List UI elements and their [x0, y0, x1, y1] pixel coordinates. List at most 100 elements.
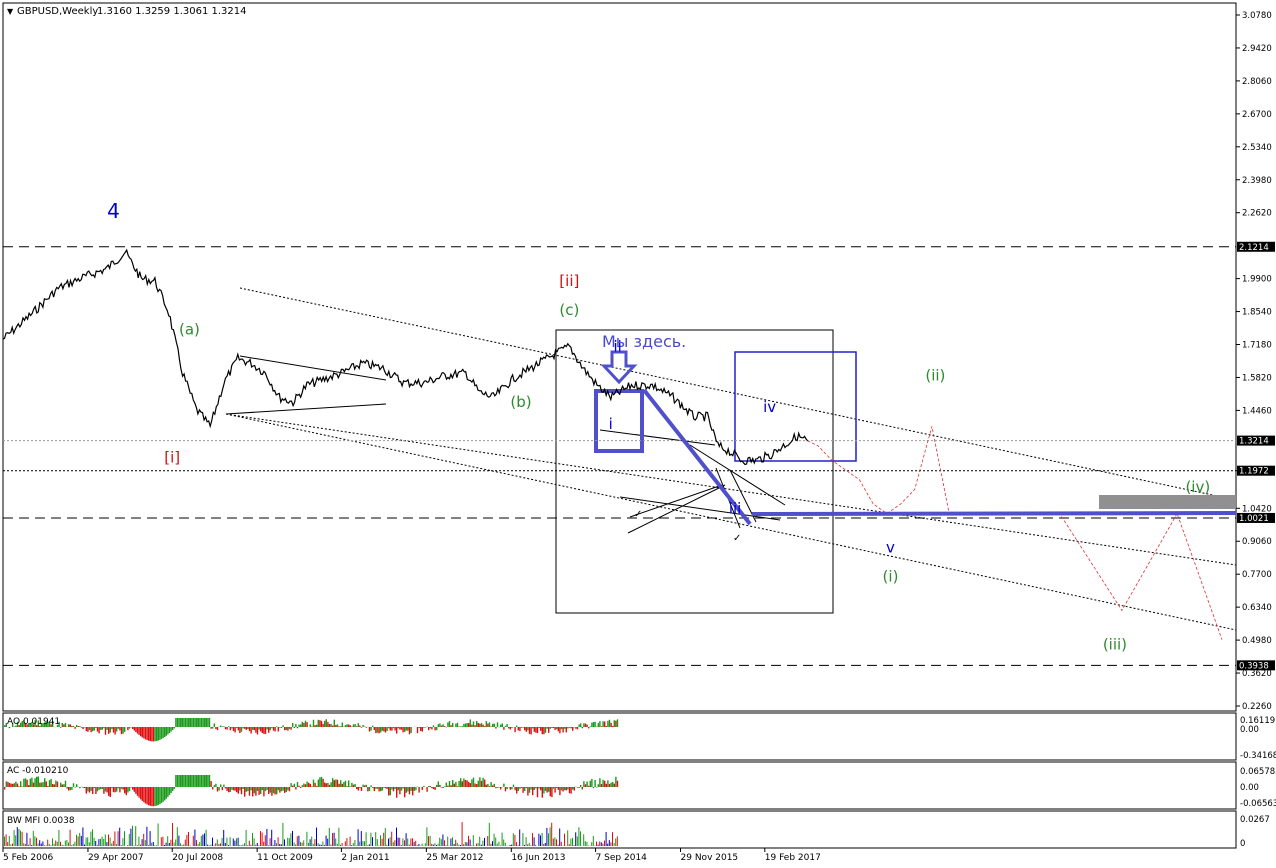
histogram-bar: [263, 727, 265, 734]
price-tick-label: 1.9900: [1242, 275, 1272, 285]
mfi-bar: [68, 842, 69, 846]
mfi-bar: [528, 842, 530, 846]
mfi-bar: [415, 840, 417, 846]
histogram-bar: [356, 787, 358, 790]
price-tick-label: 1.5820: [1242, 373, 1272, 383]
histogram-bar: [24, 778, 27, 787]
mfi-bar: [165, 842, 167, 846]
histogram-bar: [482, 777, 484, 787]
mfi-bar: [117, 831, 119, 846]
chart-canvas: ▼ GBPUSD,Weekly 1.3160 1.3259 1.3061 1.3…: [2, 2, 1276, 863]
histogram-bar: [8, 727, 11, 729]
histogram-bar: [173, 727, 175, 729]
histogram-bar: [180, 775, 182, 787]
histogram-bar: [362, 724, 364, 727]
histogram-bar: [138, 787, 140, 798]
symbol-dropdown-icon[interactable]: ▼: [7, 7, 14, 16]
mfi-bar: [8, 836, 10, 846]
histogram-bar: [354, 724, 356, 727]
mfi-bar: [402, 838, 404, 846]
histogram-bar: [175, 718, 177, 727]
ac-tick-zero: 0.00: [1240, 783, 1259, 793]
histogram-bar: [471, 724, 473, 727]
histogram-bar: [477, 780, 479, 787]
histogram-bar: [34, 778, 36, 787]
histogram-bar: [268, 787, 270, 794]
histogram-bar: [360, 727, 363, 728]
mfi-bar: [384, 828, 386, 846]
histogram-bar: [304, 784, 307, 787]
histogram-bar: [544, 787, 547, 791]
histogram-bar: [357, 723, 359, 727]
mfi-bar: [360, 831, 362, 846]
mfi-bar: [258, 845, 260, 846]
mfi-bar: [223, 829, 225, 846]
histogram-bar: [338, 783, 340, 787]
histogram-bar: [244, 787, 246, 797]
mfi-bar: [164, 844, 165, 846]
mfi-bar: [336, 843, 338, 846]
histogram-bar: [114, 787, 116, 793]
mfi-bar: [472, 835, 474, 846]
mfi-bar: [208, 845, 210, 846]
histogram-bar: [404, 727, 406, 732]
histogram-bar: [460, 778, 462, 787]
histogram-bar: [242, 727, 244, 729]
mfi-bar: [527, 844, 529, 846]
histogram-bar: [77, 726, 79, 727]
histogram-bar: [308, 782, 310, 787]
histogram-bar: [565, 787, 567, 791]
mfi-bar: [364, 841, 365, 846]
histogram-bar: [418, 727, 420, 729]
mfi-bar: [487, 835, 489, 846]
histogram-bar: [143, 787, 145, 803]
histogram-bar: [610, 722, 612, 727]
mfi-bar: [605, 832, 607, 846]
histogram-bar: [175, 775, 177, 787]
histogram-bar: [266, 787, 268, 790]
ohlc-label: 1.3160 1.3259 1.3061 1.3214: [97, 6, 247, 17]
histogram-bar: [364, 785, 366, 787]
mfi-bar: [5, 834, 7, 846]
histogram-bar: [261, 787, 263, 791]
ac-panel: [2, 761, 1237, 810]
histogram-bar: [572, 727, 574, 731]
histogram-bar: [455, 781, 457, 787]
histogram-bar: [381, 787, 383, 791]
histogram-bar: [71, 787, 73, 790]
histogram-bar: [207, 775, 209, 787]
level-label: 2.1214: [1239, 243, 1269, 253]
histogram-bar: [424, 727, 427, 728]
mfi-bar: [602, 843, 604, 846]
histogram-bar: [85, 727, 87, 732]
mfi-bar: [178, 835, 180, 846]
histogram-bar: [344, 725, 347, 727]
mfi-bar: [287, 837, 289, 846]
histogram-bar: [348, 724, 350, 727]
price-tick-label: 2.5340: [1242, 143, 1272, 153]
histogram-bar: [570, 727, 572, 729]
histogram-bar: [231, 787, 233, 790]
histogram-bar: [44, 778, 46, 787]
mfi-bar: [79, 832, 81, 846]
histogram-bar: [324, 720, 326, 727]
histogram-bar: [180, 718, 182, 727]
histogram-bar: [135, 787, 137, 794]
histogram-bar: [376, 727, 379, 733]
histogram-bar: [284, 727, 286, 731]
histogram-bar: [464, 723, 467, 727]
histogram-bar: [567, 787, 569, 790]
histogram-bar: [183, 718, 185, 727]
histogram-bar: [170, 727, 172, 732]
histogram-bar: [205, 718, 207, 727]
histogram-bar: [93, 787, 95, 789]
histogram-bar: [474, 725, 476, 727]
histogram-bar: [458, 780, 460, 787]
histogram-bar: [447, 785, 449, 787]
mfi-bar: [413, 842, 415, 846]
histogram-bar: [162, 727, 164, 739]
mfi-bar: [341, 843, 343, 846]
mfi-bar: [426, 827, 428, 846]
histogram-bar: [223, 784, 225, 787]
histogram-bar: [432, 725, 435, 727]
